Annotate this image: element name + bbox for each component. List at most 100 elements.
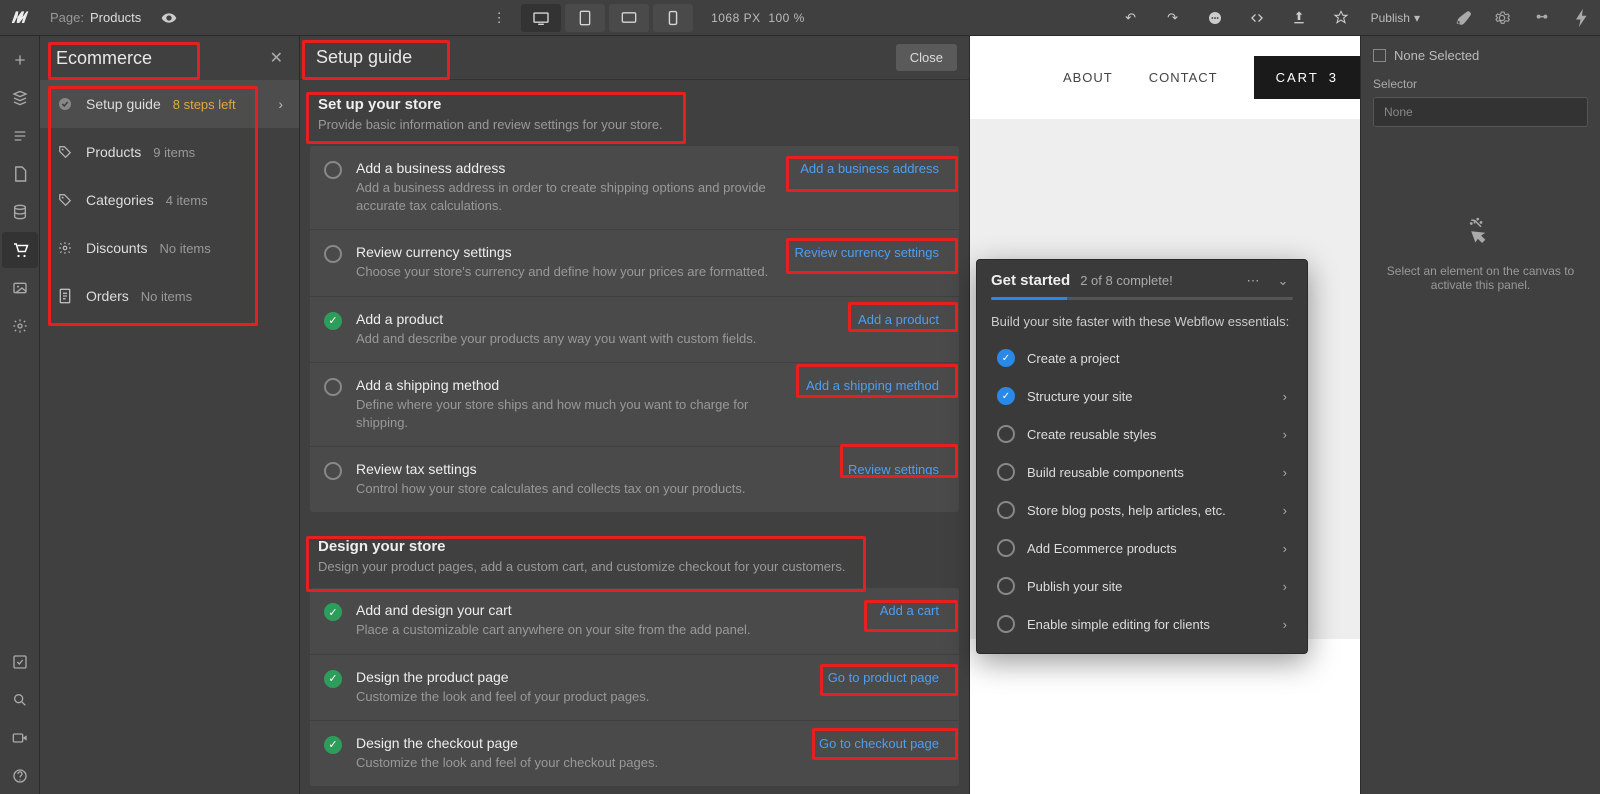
setup-step: Review currency settingsChoose your stor…: [310, 230, 959, 296]
step-action-link[interactable]: Go to product page: [828, 670, 939, 685]
ecommerce-item-categories[interactable]: Categories4 items: [40, 176, 299, 224]
close-button[interactable]: Close: [896, 44, 957, 71]
checklist-item[interactable]: Create reusable styles›: [987, 415, 1297, 453]
ecommerce-panel-title: Ecommerce: [56, 48, 152, 69]
step-status-icon: [324, 462, 342, 480]
checklist-item[interactable]: Add Ecommerce products›: [987, 529, 1297, 567]
audit-icon[interactable]: [1323, 4, 1359, 32]
assets-icon[interactable]: [2, 270, 38, 306]
checklist-item[interactable]: Publish your site›: [987, 567, 1297, 605]
collapse-icon[interactable]: ⌄: [1273, 273, 1293, 289]
check-icon: [56, 96, 74, 112]
checklist-label: Enable simple editing for clients: [1027, 617, 1271, 632]
section-title: Set up your store: [318, 96, 951, 113]
database-icon[interactable]: [2, 194, 38, 230]
video-icon[interactable]: [2, 720, 38, 756]
none-selected-row[interactable]: None Selected: [1373, 48, 1588, 63]
step-action-link[interactable]: Add a shipping method: [806, 378, 939, 393]
device-desktop[interactable]: [521, 4, 561, 32]
cart-button[interactable]: CART3: [1254, 56, 1360, 99]
search-icon[interactable]: [2, 682, 38, 718]
item-meta: 8 steps left: [173, 97, 236, 112]
checklist-label: Create a project: [1027, 351, 1287, 366]
page-selector[interactable]: Page: Products: [40, 10, 151, 25]
ecommerce-item-orders[interactable]: OrdersNo items: [40, 272, 299, 320]
close-icon[interactable]: ✕: [270, 48, 283, 68]
chevron-right-icon: ›: [1283, 427, 1287, 442]
checkbox-icon[interactable]: [1373, 49, 1386, 62]
item-meta: No items: [159, 241, 210, 256]
step-action-link[interactable]: Add a cart: [880, 603, 939, 618]
export-icon[interactable]: [1281, 4, 1317, 32]
interactions-panel-icon[interactable]: [1524, 4, 1560, 32]
chevron-right-icon: ›: [1283, 541, 1287, 556]
nav-link-about[interactable]: ABOUT: [1063, 70, 1113, 85]
device-tablet-landscape[interactable]: [609, 4, 649, 32]
more-icon[interactable]: ⋯: [1243, 273, 1263, 289]
step-action-link[interactable]: Review settings: [848, 462, 939, 477]
settings-icon[interactable]: [2, 308, 38, 344]
device-mobile[interactable]: [653, 4, 693, 32]
style-inspector: None Selected Selector None Select an el…: [1360, 36, 1600, 794]
nav-link-contact[interactable]: CONTACT: [1149, 70, 1218, 85]
setup-step: Add a shipping methodDefine where your s…: [310, 363, 959, 447]
add-element-icon[interactable]: [2, 42, 38, 78]
section-desc: Provide basic information and review set…: [318, 117, 951, 132]
publish-button[interactable]: Publish ▾: [1365, 11, 1426, 25]
webflow-logo[interactable]: [0, 0, 40, 36]
cursor-icon: [1468, 217, 1494, 250]
step-action-link[interactable]: Add a business address: [800, 161, 939, 176]
left-rail: [0, 36, 40, 794]
pages-icon[interactable]: [2, 118, 38, 154]
ecommerce-icon[interactable]: [2, 232, 38, 268]
checklist-item[interactable]: Build reusable components›: [987, 453, 1297, 491]
checklist-item[interactable]: ✓Create a project: [987, 339, 1297, 377]
code-icon[interactable]: [1239, 4, 1275, 32]
page-label: Page:: [50, 10, 84, 25]
help-icon[interactable]: [2, 758, 38, 794]
item-meta: 9 items: [153, 145, 195, 160]
check-icon: [997, 615, 1015, 633]
checklist-item[interactable]: ✓Structure your site›: [987, 377, 1297, 415]
get-started-progress: 2 of 8 complete!: [1080, 273, 1233, 288]
item-label: Discounts: [86, 240, 147, 256]
undo-icon[interactable]: ↶: [1113, 4, 1149, 32]
item-meta: 4 items: [166, 193, 208, 208]
step-desc: Add a business address in order to creat…: [356, 179, 786, 215]
setup-step: ✓Design the checkout pageCustomize the l…: [310, 721, 959, 786]
canvas-dimensions: 1068 PX 100 %: [711, 11, 805, 25]
device-tablet[interactable]: [565, 4, 605, 32]
comments-icon[interactable]: [1197, 4, 1233, 32]
menu-dots-icon[interactable]: ⋮: [481, 4, 517, 32]
checklist-item[interactable]: Enable simple editing for clients ›: [987, 605, 1297, 643]
ecommerce-item-products[interactable]: Products9 items: [40, 128, 299, 176]
step-status-icon: ✓: [324, 736, 342, 754]
audit-check-icon[interactable]: [2, 644, 38, 680]
step-title: Design the checkout page: [356, 735, 805, 751]
redo-icon[interactable]: ↷: [1155, 4, 1191, 32]
gear-icon: [56, 241, 74, 255]
setup-step: ✓Add and design your cartPlace a customi…: [310, 588, 959, 654]
cms-icon[interactable]: [2, 156, 38, 192]
step-status-icon: ✓: [324, 603, 342, 621]
effects-panel-icon[interactable]: [1564, 4, 1600, 32]
step-action-link[interactable]: Review currency settings: [795, 245, 940, 260]
step-desc: Add and describe your products any way y…: [356, 330, 844, 348]
checklist-item[interactable]: Store blog posts, help articles, etc.›: [987, 491, 1297, 529]
section-body: Add a business address Add a business add…: [310, 146, 959, 512]
chevron-right-icon: ›: [1283, 617, 1287, 632]
step-title: Add a product: [356, 311, 844, 327]
right-tabs: [1434, 4, 1600, 32]
selector-input[interactable]: None: [1373, 97, 1588, 127]
style-panel-icon[interactable]: [1444, 4, 1480, 32]
step-action-link[interactable]: Go to checkout page: [819, 736, 939, 751]
step-action-link[interactable]: Add a product: [858, 312, 939, 327]
settings-panel-icon[interactable]: [1484, 4, 1520, 32]
get-started-desc: Build your site faster with these Webflo…: [977, 308, 1307, 339]
checklist-label: Publish your site: [1027, 579, 1271, 594]
navigator-icon[interactable]: [2, 80, 38, 116]
ecommerce-item-discounts[interactable]: Discounts No items: [40, 224, 299, 272]
progress-bar: [991, 297, 1293, 300]
ecommerce-item-setup-guide[interactable]: Setup guide8 steps left›: [40, 80, 299, 128]
preview-icon[interactable]: [151, 4, 187, 32]
